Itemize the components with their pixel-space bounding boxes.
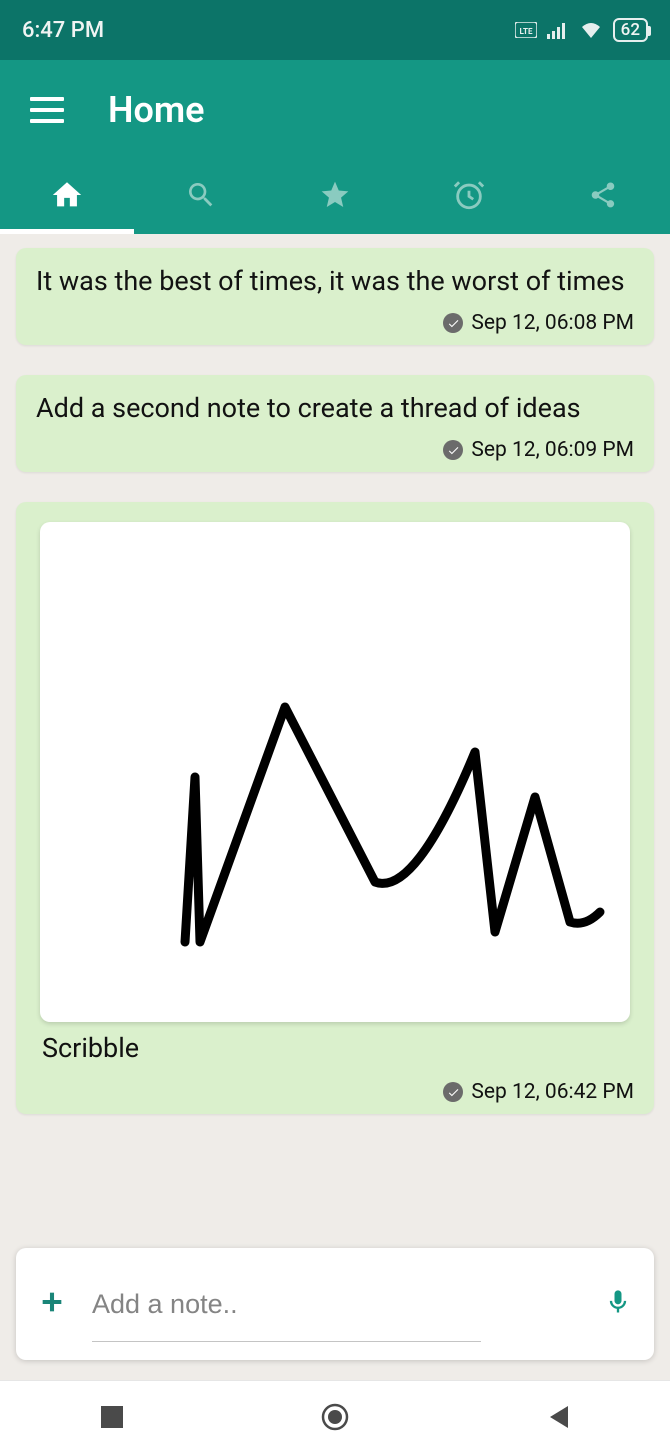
search-icon: [185, 179, 217, 215]
check-icon: [443, 1082, 463, 1102]
note-meta: Sep 12, 06:42 PM: [36, 1080, 634, 1104]
volte-icon: LTE: [515, 22, 537, 38]
menu-button[interactable]: [30, 97, 64, 123]
recent-apps-button[interactable]: [97, 1402, 127, 1432]
notes-list[interactable]: It was the best of times, it was the wor…: [0, 234, 670, 1240]
star-icon: [319, 179, 351, 215]
note-text: Add a second note to create a thread of …: [36, 389, 634, 428]
battery-level: 62: [621, 20, 640, 40]
wifi-icon: [579, 21, 603, 39]
note-card[interactable]: Add a second note to create a thread of …: [16, 375, 654, 472]
note-meta: Sep 12, 06:09 PM: [36, 438, 634, 462]
share-icon: [588, 180, 618, 214]
add-button[interactable]: [38, 1288, 66, 1320]
note-meta: Sep 12, 06:08 PM: [36, 311, 634, 335]
note-timestamp: Sep 12, 06:09 PM: [471, 438, 634, 462]
note-card[interactable]: Scribble Sep 12, 06:42 PM: [16, 502, 654, 1114]
alarm-icon: [452, 178, 486, 216]
check-icon: [443, 440, 463, 460]
mic-button[interactable]: [604, 1285, 632, 1323]
status-indicators: LTE 62: [515, 18, 648, 42]
note-timestamp: Sep 12, 06:08 PM: [471, 311, 634, 335]
tab-alarm[interactable]: [402, 160, 536, 234]
status-bar: 6:47 PM LTE 62: [0, 0, 670, 60]
battery-icon: 62: [613, 18, 648, 42]
status-time: 6:47 PM: [22, 18, 104, 43]
tab-share[interactable]: [536, 160, 670, 234]
tab-bar: [0, 160, 670, 234]
svg-text:LTE: LTE: [519, 27, 532, 36]
note-text: It was the best of times, it was the wor…: [36, 262, 634, 301]
note-timestamp: Sep 12, 06:42 PM: [471, 1080, 634, 1104]
note-input[interactable]: [92, 1289, 578, 1320]
tab-star[interactable]: [268, 160, 402, 234]
home-button[interactable]: [320, 1402, 350, 1432]
note-label: Scribble: [36, 1032, 634, 1070]
compose-bar: [16, 1248, 654, 1360]
drawing-preview: [40, 522, 630, 1022]
page-title: Home: [108, 89, 205, 131]
tab-search[interactable]: [134, 160, 268, 234]
check-icon: [443, 313, 463, 333]
back-button[interactable]: [543, 1402, 573, 1432]
home-icon: [50, 178, 84, 216]
system-nav: [0, 1380, 670, 1452]
app-bar: Home: [0, 60, 670, 234]
signal-icon: [547, 21, 569, 39]
note-card[interactable]: It was the best of times, it was the wor…: [16, 248, 654, 345]
tab-home[interactable]: [0, 160, 134, 234]
